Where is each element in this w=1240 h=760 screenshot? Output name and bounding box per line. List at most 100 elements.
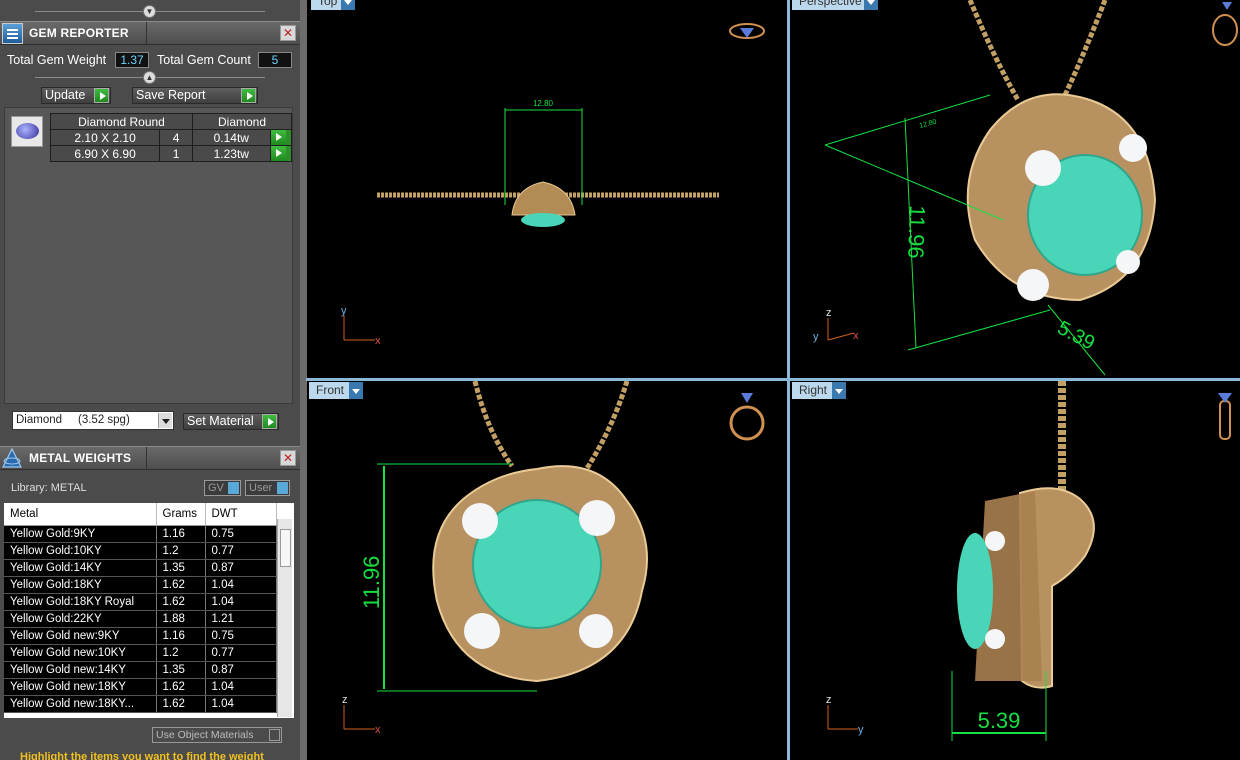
total-gem-weight-value: 1.37 bbox=[115, 52, 149, 68]
table-row[interactable]: Yellow Gold new:14KY 1.35 0.87 bbox=[4, 661, 277, 679]
table-row[interactable]: Yellow Gold new:9KY 1.16 0.75 bbox=[4, 627, 277, 645]
column-header-metal[interactable]: Metal bbox=[4, 503, 157, 526]
user-toggle[interactable]: User bbox=[245, 480, 290, 496]
material-select[interactable]: Diamond (3.52 spg) bbox=[12, 411, 174, 430]
metal-cell-metal: Yellow Gold new:10KY bbox=[4, 644, 157, 662]
close-icon[interactable]: ✕ bbox=[280, 450, 296, 466]
svg-text:y: y bbox=[858, 724, 864, 736]
checkbox-icon bbox=[269, 729, 280, 741]
ring-icon[interactable] bbox=[1212, 2, 1238, 46]
ring-icon[interactable] bbox=[729, 393, 765, 441]
metal-cell-metal: Yellow Gold:18KY Royal bbox=[4, 593, 157, 611]
diamond-round-thumbnail[interactable] bbox=[11, 116, 43, 147]
toggle-indicator-icon bbox=[228, 482, 239, 494]
svg-text:x: x bbox=[853, 330, 859, 342]
play-icon bbox=[270, 130, 286, 145]
metal-cell-grams: 1.62 bbox=[156, 695, 206, 713]
gem-reporter-title: GEM REPORTER bbox=[29, 26, 129, 40]
panel-splitter[interactable] bbox=[300, 0, 307, 760]
metal-table-scrollbar[interactable] bbox=[277, 519, 292, 717]
gem-select-button[interactable] bbox=[269, 145, 293, 162]
viewport-top[interactable]: 12.80 y x Top bbox=[307, 0, 788, 379]
metal-cell-metal: Yellow Gold new:14KY bbox=[4, 661, 157, 679]
play-icon bbox=[241, 88, 256, 103]
gem-reporter-header: GEM REPORTER ✕ bbox=[0, 21, 300, 45]
chevron-down-icon[interactable] bbox=[349, 382, 363, 399]
emerald-top bbox=[521, 213, 565, 227]
column-header-grams[interactable]: Grams bbox=[156, 503, 206, 526]
section-collapse-strip[interactable]: ▲ bbox=[0, 71, 300, 85]
viewport-label-perspective[interactable]: Perspective bbox=[792, 0, 878, 10]
hint-text: Highlight the items you want to find the… bbox=[20, 751, 264, 760]
front-view-canvas: 11.96 z x bbox=[342, 381, 765, 736]
metal-table-header: Metal Grams DWT bbox=[4, 503, 277, 526]
metal-cell-metal: Yellow Gold:14KY bbox=[4, 559, 157, 577]
update-button[interactable]: Update bbox=[41, 87, 111, 104]
metal-cell-dwt: 1.21 bbox=[205, 610, 277, 628]
viewport-label-right[interactable]: Right bbox=[792, 382, 846, 399]
metal-cell-dwt: 1.04 bbox=[205, 695, 277, 713]
chevron-down-icon[interactable] bbox=[832, 382, 846, 399]
close-icon[interactable]: ✕ bbox=[280, 25, 296, 41]
panel-collapse-strip[interactable]: ▼ bbox=[0, 5, 300, 19]
table-row[interactable]: Yellow Gold:10KY 1.2 0.77 bbox=[4, 542, 277, 560]
toggle-indicator-icon bbox=[277, 482, 288, 494]
scrollbar-thumb[interactable] bbox=[280, 529, 291, 567]
chevron-down-icon[interactable] bbox=[864, 0, 878, 10]
chevron-down-icon[interactable] bbox=[158, 413, 172, 428]
report-icon bbox=[2, 23, 23, 44]
viewport-right[interactable]: 5.39 z y Right bbox=[790, 381, 1240, 760]
metal-cell-metal: Yellow Gold:9KY bbox=[4, 525, 157, 543]
perspective-height-dimension: 11.96 bbox=[903, 205, 930, 259]
table-row[interactable]: Yellow Gold new:18KY... 1.62 1.04 bbox=[4, 695, 277, 713]
expand-arrow-icon[interactable]: ▲ bbox=[143, 71, 156, 84]
svg-text:y: y bbox=[813, 331, 819, 343]
axis-gizmo: z y x bbox=[813, 307, 859, 343]
right-width-dimension: 5.39 bbox=[978, 708, 1021, 733]
metal-cell-grams: 1.62 bbox=[156, 576, 206, 594]
viewport-perspective[interactable]: 11.96 5.39 12.80 z y x Perspective bbox=[790, 0, 1240, 379]
ring-side-icon[interactable] bbox=[1218, 393, 1232, 440]
table-row[interactable]: Yellow Gold:14KY 1.35 0.87 bbox=[4, 559, 277, 577]
metal-cell-grams: 1.62 bbox=[156, 678, 206, 696]
viewport-label-top[interactable]: Top bbox=[311, 0, 355, 10]
set-material-button[interactable]: Set Material bbox=[183, 413, 279, 430]
gem-count: 1 bbox=[159, 145, 194, 162]
gem-shape-cell: Diamond Round bbox=[49, 113, 194, 130]
metal-cell-metal: Yellow Gold new:18KY bbox=[4, 678, 157, 696]
gv-toggle[interactable]: GV bbox=[204, 480, 241, 496]
gv-label: GV bbox=[208, 482, 224, 494]
table-row[interactable]: Yellow Gold:22KY 1.88 1.21 bbox=[4, 610, 277, 628]
metal-cell-dwt: 0.77 bbox=[205, 542, 277, 560]
gem-row[interactable]: 6.90 X 6.90 1 1.23tw bbox=[49, 145, 293, 162]
gem-table: Diamond Round Diamond 2.10 X 2.10 4 0.14… bbox=[49, 113, 293, 162]
axis-gizmo: y x bbox=[341, 305, 381, 347]
metal-cell-dwt: 0.87 bbox=[205, 661, 277, 679]
play-icon bbox=[270, 146, 286, 161]
collapse-arrow-icon[interactable]: ▼ bbox=[143, 5, 156, 18]
use-object-materials-toggle[interactable]: Use Object Materials bbox=[152, 727, 282, 743]
save-report-button[interactable]: Save Report bbox=[132, 87, 258, 104]
metal-cell-grams: 1.62 bbox=[156, 593, 206, 611]
gem-size: 2.10 X 2.10 bbox=[49, 129, 161, 146]
gem-material-cell: Diamond bbox=[192, 113, 292, 130]
gem-select-button[interactable] bbox=[269, 129, 293, 146]
column-header-dwt[interactable]: DWT bbox=[205, 503, 277, 526]
metal-table-grid: Metal Grams DWT Yellow Gold:9KY 1.16 0.75 Y… bbox=[4, 503, 277, 713]
viewport-label-front[interactable]: Front bbox=[309, 382, 363, 399]
table-row[interactable]: Yellow Gold new:18KY 1.62 1.04 bbox=[4, 678, 277, 696]
user-label: User bbox=[249, 482, 273, 494]
metal-cell-metal: Yellow Gold new:18KY... bbox=[4, 695, 157, 713]
table-row[interactable]: Yellow Gold:9KY 1.16 0.75 bbox=[4, 525, 277, 543]
diamond-ring-icon[interactable] bbox=[729, 23, 765, 39]
metal-table-body: Yellow Gold:9KY 1.16 0.75 Yellow Gold:10KY 1… bbox=[4, 525, 277, 713]
table-row[interactable]: Yellow Gold new:10KY 1.2 0.77 bbox=[4, 644, 277, 662]
table-row[interactable]: Yellow Gold:18KY 1.62 1.04 bbox=[4, 576, 277, 594]
viewport-label-text: Front bbox=[316, 383, 345, 397]
gem-row[interactable]: 2.10 X 2.10 4 0.14tw bbox=[49, 129, 293, 146]
svg-text:z: z bbox=[826, 307, 832, 319]
gem-weight: 1.23tw bbox=[192, 145, 271, 162]
chevron-down-icon[interactable] bbox=[341, 0, 355, 10]
table-row[interactable]: Yellow Gold:18KY Royal 1.62 1.04 bbox=[4, 593, 277, 611]
viewport-front[interactable]: 11.96 z x Front bbox=[307, 381, 788, 760]
